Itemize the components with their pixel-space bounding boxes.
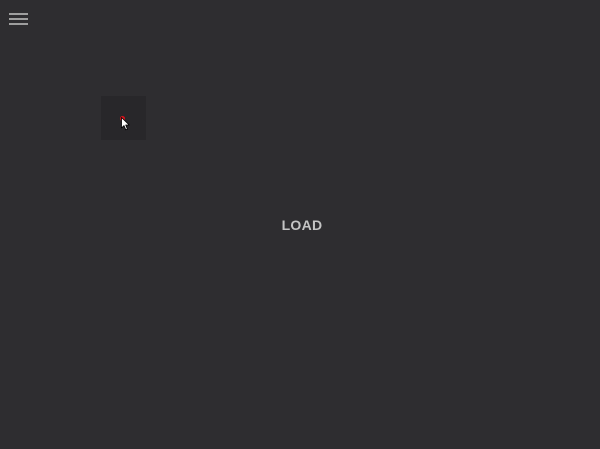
mouse-cursor-icon — [121, 117, 130, 131]
load-button[interactable]: LOAD — [270, 212, 334, 238]
app-window: LOAD — [0, 0, 600, 449]
hamburger-menu-icon — [9, 13, 28, 25]
hamburger-menu-button[interactable] — [6, 8, 32, 30]
hover-square[interactable] — [101, 96, 146, 140]
